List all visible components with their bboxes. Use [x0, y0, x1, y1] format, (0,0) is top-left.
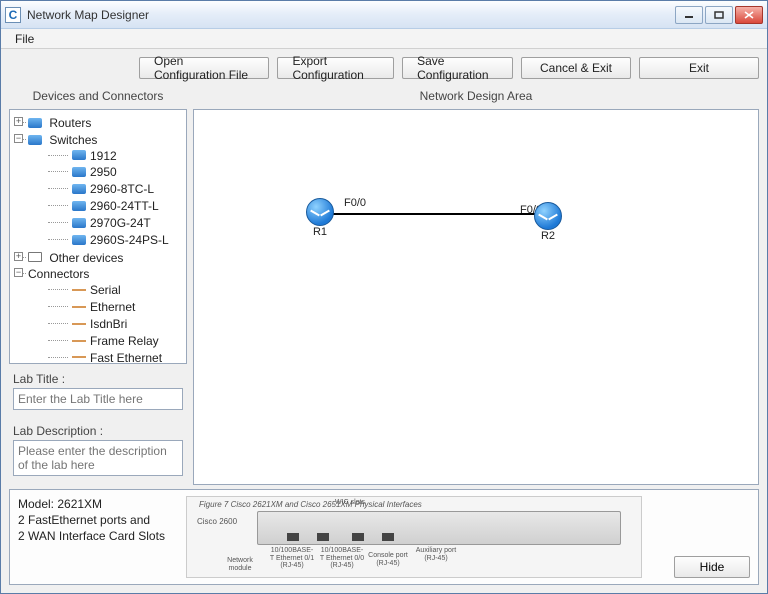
tree-switch-item[interactable]: 2950	[44, 163, 184, 180]
cancel-exit-button[interactable]: Cancel & Exit	[521, 57, 631, 79]
router-label: R2	[534, 230, 562, 242]
switch-icon	[72, 150, 86, 160]
model-line: Model: 2621XM	[18, 496, 178, 512]
tree-other-devices[interactable]: + Other devices	[14, 249, 184, 266]
tree-switch-item[interactable]: 2960-24TT-L	[44, 197, 184, 214]
tree-connector-item[interactable]: Ethernet	[44, 298, 184, 315]
design-area-header: Network Design Area	[193, 89, 759, 103]
left-column: + Routers − Switches 1912 2950	[9, 109, 187, 485]
figure-title: Figure 7 Cisco 2621XM and Cisco 2651XM P…	[199, 500, 422, 509]
app-window: C Network Map Designer File Open Configu…	[0, 0, 768, 594]
maximize-button[interactable]	[705, 6, 733, 24]
export-config-button[interactable]: Export Configuration	[277, 57, 394, 79]
lab-title-group: Lab Title :	[9, 370, 187, 416]
maximize-icon	[714, 11, 724, 19]
lab-title-input[interactable]	[13, 388, 183, 410]
model-line: 2 FastEthernet ports and	[18, 512, 178, 528]
section-headers: Devices and Connectors Network Design Ar…	[9, 87, 759, 105]
tree-switches[interactable]: − Switches 1912 2950 2960-8TC-L 2960-24T…	[14, 131, 184, 249]
switch-icon	[72, 167, 86, 177]
figure-netmodule-label: Network module	[217, 557, 263, 572]
router-icon	[306, 198, 334, 226]
lab-description-input[interactable]	[13, 440, 183, 476]
figure-aux-label: Auxiliary port (RJ-45)	[413, 547, 459, 562]
expand-icon[interactable]: +	[14, 252, 23, 261]
lab-title-label: Lab Title :	[13, 372, 183, 386]
design-canvas-panel[interactable]: F0/0 F0/0 R1 R2	[193, 109, 759, 485]
router-icon	[28, 118, 42, 128]
connector-icon	[72, 336, 86, 346]
tree-connectors[interactable]: − Connectors Serial Ethernet IsdnBri Fra…	[14, 265, 184, 364]
window-title: Network Map Designer	[27, 8, 675, 22]
connector-icon	[72, 302, 86, 312]
figure-brand: Cisco 2600	[197, 517, 237, 526]
router-r2[interactable]: R2	[534, 202, 562, 242]
lab-description-label: Lab Description :	[13, 424, 183, 438]
router-icon	[534, 202, 562, 230]
menu-file[interactable]: File	[7, 30, 42, 48]
close-icon	[744, 11, 754, 19]
collapse-icon[interactable]: −	[14, 134, 23, 143]
connector-icon	[72, 352, 86, 362]
close-button[interactable]	[735, 6, 763, 24]
tree-connector-item[interactable]: Frame Relay	[44, 332, 184, 349]
switch-icon	[72, 235, 86, 245]
collapse-icon[interactable]: −	[14, 268, 23, 277]
tree-switch-item[interactable]: 2960S-24PS-L	[44, 231, 184, 248]
menubar: File	[1, 29, 767, 49]
figure-fe01-label: 10/100BASE-T Ethernet 0/1 (RJ-45)	[269, 547, 315, 570]
tree-switch-item[interactable]: 1912	[44, 147, 184, 164]
model-line: 2 WAN Interface Card Slots	[18, 528, 178, 544]
connector-icon	[72, 319, 86, 329]
tree-switch-item[interactable]: 2970G-24T	[44, 214, 184, 231]
figure-console-label: Console port (RJ-45)	[365, 552, 411, 567]
content-area: Open Configuration File Export Configura…	[1, 49, 767, 593]
open-config-button[interactable]: Open Configuration File	[139, 57, 269, 79]
hide-button-wrap: Hide	[650, 496, 750, 578]
app-icon: C	[5, 7, 21, 23]
model-text: Model: 2621XM 2 FastEthernet ports and 2…	[18, 496, 178, 545]
titlebar: C Network Map Designer	[1, 1, 767, 29]
router-r1[interactable]: R1	[306, 198, 334, 238]
figure-wic-label: WIC slots	[327, 499, 373, 507]
hide-button[interactable]: Hide	[674, 556, 750, 578]
lab-description-group: Lab Description :	[9, 422, 187, 485]
devices-tree[interactable]: + Routers − Switches 1912 2950	[12, 114, 184, 364]
model-info-panel: Model: 2621XM 2 FastEthernet ports and 2…	[9, 489, 759, 585]
port-label-r1: F0/0	[344, 197, 366, 209]
router-label: R1	[306, 226, 334, 238]
devices-tree-panel: + Routers − Switches 1912 2950	[9, 109, 187, 364]
expand-icon[interactable]: +	[14, 117, 23, 126]
link-r1-r2[interactable]	[324, 213, 544, 215]
switch-icon	[72, 201, 86, 211]
tree-connector-item[interactable]: Serial	[44, 281, 184, 298]
tree-switch-item[interactable]: 2960-8TC-L	[44, 180, 184, 197]
toolbar: Open Configuration File Export Configura…	[9, 55, 759, 83]
tree-routers[interactable]: + Routers	[14, 114, 184, 131]
tree-connector-item[interactable]: Fast Ethernet	[44, 349, 184, 364]
window-controls	[675, 6, 763, 24]
devices-header: Devices and Connectors	[9, 89, 187, 103]
figure-fe00-label: 10/100BASE-T Ethernet 0/0 (RJ-45)	[319, 547, 365, 570]
device-figure: Figure 7 Cisco 2621XM and Cisco 2651XM P…	[186, 496, 642, 578]
minimize-button[interactable]	[675, 6, 703, 24]
design-canvas[interactable]: F0/0 F0/0 R1 R2	[194, 110, 758, 484]
connector-icon	[72, 285, 86, 295]
switch-icon	[72, 218, 86, 228]
minimize-icon	[684, 11, 694, 19]
switch-icon	[72, 184, 86, 194]
chassis-icon	[257, 511, 621, 545]
switch-icon	[28, 135, 42, 145]
device-icon	[28, 252, 42, 262]
save-config-button[interactable]: Save Configuration	[402, 57, 513, 79]
exit-button[interactable]: Exit	[639, 57, 759, 79]
tree-connector-item[interactable]: IsdnBri	[44, 315, 184, 332]
work-row: + Routers − Switches 1912 2950	[9, 109, 759, 485]
